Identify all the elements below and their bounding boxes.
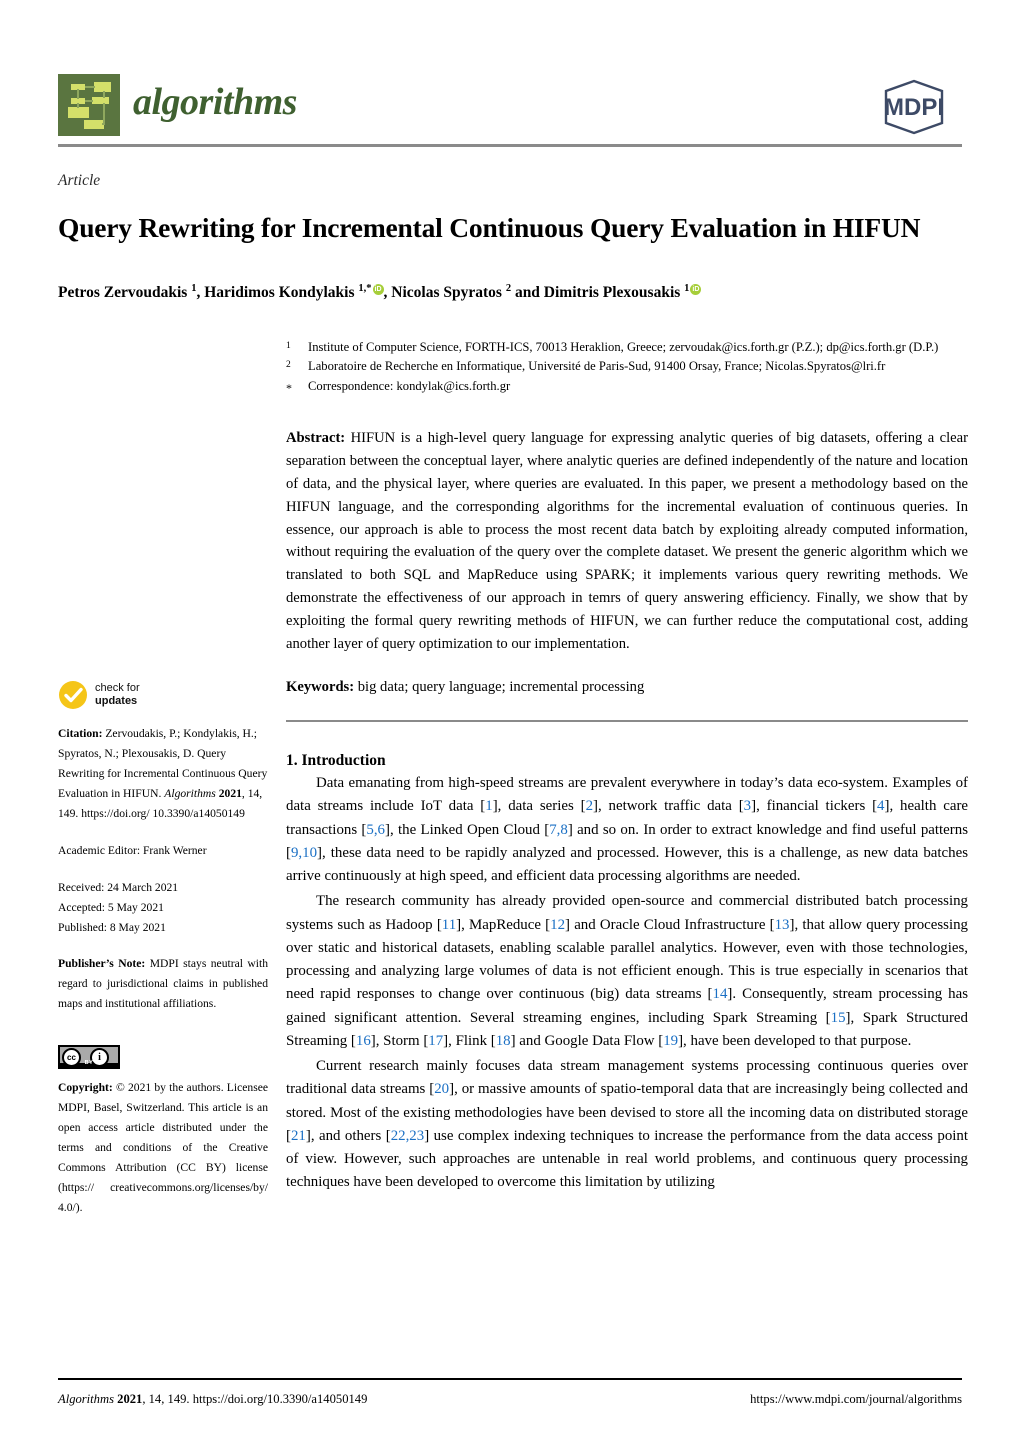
- orcid-icon[interactable]: iD: [372, 284, 384, 295]
- affiliation-text: Laboratoire de Recherche en Informatique…: [308, 359, 886, 374]
- abstract-label: Abstract:: [286, 430, 346, 447]
- keywords-label: Keywords:: [286, 678, 355, 695]
- mdpi-logo-icon: MDPI: [866, 78, 962, 136]
- cfu-line-2: updates: [95, 695, 138, 707]
- page-title: Query Rewriting for Incremental Continuo…: [58, 212, 921, 244]
- citation-reference-link[interactable]: 17: [428, 1033, 443, 1049]
- abstract-block: Abstract: HIFUN is a high-level query la…: [286, 427, 968, 655]
- affiliation-mark: 2: [286, 360, 291, 371]
- journal-title: algorithms: [133, 81, 297, 123]
- citation-reference-link[interactable]: 11: [442, 917, 456, 933]
- citation-reference-link[interactable]: 18: [496, 1033, 511, 1049]
- citation-reference-link[interactable]: 19: [663, 1033, 678, 1049]
- citation-reference-link[interactable]: 13: [775, 917, 790, 933]
- main-column: 1 Institute of Computer Science, FORTH-I…: [286, 338, 968, 1195]
- creative-commons-by-icon[interactable]: cc i BY: [58, 1045, 120, 1070]
- citation-journal-name: Algorithms: [164, 786, 216, 800]
- author-name-4: and Dimitris Plexousakis: [511, 284, 685, 302]
- check-circle-icon: [58, 680, 88, 710]
- citation-block: Citation: Zervoudakis, P.; Kondylakis, H…: [58, 724, 268, 824]
- author-affil-mark-4: 1: [684, 283, 690, 294]
- orcid-icon[interactable]: iD: [690, 284, 702, 295]
- citation-reference-link[interactable]: 20: [434, 1081, 449, 1097]
- accepted-date: Accepted: 5 May 2021: [58, 900, 164, 914]
- left-sidebar: check for updates Citation: Zervoudakis,…: [58, 680, 268, 1235]
- citation-reference-link[interactable]: 14: [713, 986, 728, 1002]
- check-for-updates-label: check for updates: [95, 682, 140, 709]
- affiliation-text: Institute of Computer Science, FORTH-ICS…: [308, 340, 939, 354]
- footer-year: 2021: [117, 1392, 143, 1406]
- algorithms-flowchart-icon: [58, 74, 120, 136]
- keywords-text: big data; query language; incremental pr…: [354, 678, 645, 695]
- affiliation-mark: *: [286, 380, 292, 395]
- publishers-note-label: Publisher’s Note:: [58, 957, 146, 971]
- author-name-2: , Haridimos Kondylakis: [196, 284, 359, 302]
- author-name-1: Petros Zervoudakis: [58, 284, 192, 302]
- body-paragraph: The research community has already provi…: [286, 893, 968, 1049]
- author-affil-mark-2: 1,*: [358, 283, 372, 294]
- footer-doi: , 14, 149. https://doi.org/10.3390/a1405…: [142, 1392, 368, 1406]
- footer-divider: [58, 1378, 962, 1380]
- copyright-block: Copyright: © 2021 by the authors. Licens…: [58, 1078, 268, 1218]
- footer-citation: Algorithms 2021, 14, 149. https://doi.or…: [58, 1392, 367, 1407]
- citation-reference-link[interactable]: 21: [291, 1128, 306, 1144]
- publishers-note: Publisher’s Note: MDPI stays neutral wit…: [58, 954, 268, 1014]
- citation-reference-link[interactable]: 2: [586, 798, 593, 814]
- citation-reference-link[interactable]: 1: [485, 798, 492, 814]
- journal-logo: algorithms: [58, 74, 297, 136]
- body-paragraph: Current research mainly focuses data str…: [286, 1058, 968, 1191]
- abstract-text: HIFUN is a high-level query language for…: [286, 430, 968, 652]
- footer-journal-name: Algorithms: [58, 1392, 114, 1406]
- affiliation-mark: 1: [286, 341, 291, 351]
- citation-reference-link[interactable]: 4: [877, 798, 884, 814]
- cfu-line-1: check for: [95, 681, 140, 694]
- page-footer: Algorithms 2021, 14, 149. https://doi.or…: [58, 1392, 962, 1407]
- published-date: Published: 8 May 2021: [58, 920, 166, 934]
- academic-editor: Academic Editor: Frank Werner: [58, 843, 207, 857]
- cc-by-label: BY: [84, 1060, 94, 1067]
- citation-label: Citation:: [58, 727, 103, 740]
- header-divider: [58, 144, 962, 147]
- citation-reference-link[interactable]: 22,23: [391, 1128, 425, 1144]
- affiliation-row: 1 Institute of Computer Science, FORTH-I…: [286, 338, 968, 357]
- page-header: algorithms MDPI: [58, 74, 962, 150]
- citation-reference-link[interactable]: 7,8: [549, 822, 568, 838]
- author-name-3: , Nicolas Spyratos: [383, 284, 506, 302]
- citation-reference-link[interactable]: 9,10: [291, 845, 317, 861]
- svg-text:MDPI: MDPI: [884, 94, 944, 121]
- keywords-block: Keywords: big data; query language; incr…: [286, 676, 968, 699]
- citation-reference-link[interactable]: 12: [550, 917, 565, 933]
- footer-journal-url[interactable]: https://www.mdpi.com/journal/algorithms: [750, 1392, 962, 1407]
- keywords-divider: [286, 720, 968, 723]
- citation-reference-link[interactable]: 16: [356, 1033, 371, 1049]
- correspondence-text: Correspondence: kondylak@ics.forth.gr: [308, 378, 511, 393]
- affiliations-block: 1 Institute of Computer Science, FORTH-I…: [286, 338, 968, 397]
- citation-reference-link[interactable]: 3: [744, 798, 751, 814]
- received-date: Received: 24 March 2021: [58, 880, 179, 894]
- article-type-label: Article: [58, 172, 101, 189]
- publication-dates: Received: 24 March 2021 Accepted: 5 May …: [58, 878, 268, 938]
- paper-page: algorithms MDPI Article Query Rewriting …: [0, 0, 1020, 1442]
- citation-year: 2021: [218, 786, 242, 800]
- copyright-text: © 2021 by the authors. Licensee MDPI, Ba…: [58, 1081, 268, 1214]
- body-paragraph: Data emanating from high-speed streams a…: [286, 775, 969, 885]
- author-list: Petros Zervoudakis 1 , Haridimos Kondylak…: [58, 283, 968, 302]
- affiliation-row: * Correspondence: kondylak@ics.forth.gr: [286, 377, 968, 397]
- citation-reference-link[interactable]: 15: [831, 1010, 846, 1026]
- copyright-label: Copyright:: [58, 1081, 113, 1095]
- section-heading-introduction: 1. Introduction: [286, 752, 386, 770]
- affiliation-row: 2 Laboratoire de Recherche en Informatiq…: [286, 357, 968, 376]
- check-for-updates-badge[interactable]: check for updates: [58, 680, 268, 710]
- citation-reference-link[interactable]: 5,6: [366, 822, 385, 838]
